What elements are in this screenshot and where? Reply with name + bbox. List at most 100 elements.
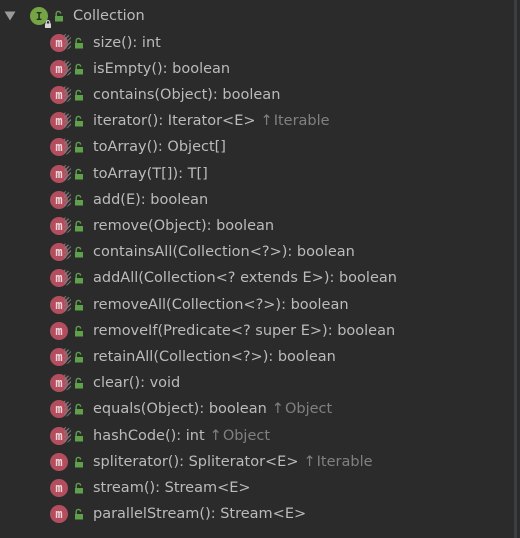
public-unlock-icon xyxy=(74,194,84,206)
method-signature: removeAll(Collection<?>): boolean xyxy=(93,296,349,313)
method-kind-letter: m xyxy=(55,402,63,417)
scrollbar-track[interactable] xyxy=(514,0,517,538)
method-signature: containsAll(Collection<?>): boolean xyxy=(93,244,355,261)
tree-node-method[interactable]: m toArray(): Object[] xyxy=(50,134,226,160)
abstract-method-icon: m xyxy=(50,426,68,445)
method-signature: stream(): Stream<E> xyxy=(93,479,251,496)
tree-node-method[interactable]: m clear(): void xyxy=(50,370,180,396)
abstract-method-icon: m xyxy=(50,112,68,131)
tree-node-method[interactable]: m hashCode(): int ↑Object xyxy=(50,423,270,449)
method-kind-letter: m xyxy=(55,480,63,495)
tree-node-collection[interactable]: I Collection xyxy=(4,3,145,29)
method-kind-letter: m xyxy=(55,114,63,129)
method-kind-letter: m xyxy=(55,245,63,260)
abstract-method-icon: m xyxy=(50,59,68,78)
method-signature: add(E): boolean xyxy=(93,191,209,208)
inherited-from-label: ↑Object xyxy=(272,401,332,417)
inherited-from-label: ↑Iterable xyxy=(261,113,330,129)
origin-type-name: Object xyxy=(222,427,271,444)
method-kind-letter: m xyxy=(55,323,63,338)
tree-node-method[interactable]: m retainAll(Collection<?>): boolean xyxy=(50,344,336,370)
tree-node-method[interactable]: m containsAll(Collection<?>): boolean xyxy=(50,239,355,265)
public-unlock-icon xyxy=(74,299,84,311)
method-kind-letter: m xyxy=(55,218,63,233)
abstract-method-icon: m xyxy=(50,138,68,157)
up-arrow-icon: ↑ xyxy=(260,113,273,130)
method-kind-letter: m xyxy=(55,140,63,155)
abstract-overlay-icon xyxy=(64,112,72,129)
structure-tree-panel: I Collection m size(): int m isEmpty(): boo… xyxy=(0,0,517,538)
public-unlock-icon xyxy=(74,63,84,75)
public-unlock-icon xyxy=(74,37,84,49)
origin-type-name: Object xyxy=(284,401,333,418)
origin-type-name: Iterable xyxy=(273,113,330,130)
method-signature: isEmpty(): boolean xyxy=(93,60,231,77)
abstract-overlay-icon xyxy=(64,217,72,234)
method-icon: m xyxy=(50,505,68,524)
abstract-overlay-icon xyxy=(64,427,72,444)
method-signature: retainAll(Collection<?>): boolean xyxy=(93,348,336,365)
method-kind-letter: m xyxy=(55,428,63,443)
tree-node-method[interactable]: m remove(Object): boolean xyxy=(50,213,274,239)
method-kind-letter: m xyxy=(55,376,63,391)
public-unlock-icon xyxy=(74,508,84,520)
tree-node-method[interactable]: m equals(Object): boolean ↑Object xyxy=(50,396,332,422)
tree-node-method[interactable]: m addAll(Collection<? extends E>): boolea… xyxy=(50,265,397,291)
abstract-method-icon: m xyxy=(50,374,68,393)
tree-node-method[interactable]: m isEmpty(): boolean xyxy=(50,56,230,82)
public-unlock-icon xyxy=(74,115,84,127)
abstract-method-icon: m xyxy=(50,33,68,52)
method-kind-letter: m xyxy=(55,271,63,286)
tree-node-method[interactable]: m size(): int xyxy=(50,30,161,56)
abstract-overlay-icon xyxy=(64,400,72,417)
method-signature: toArray(T[]): T[] xyxy=(93,165,208,182)
expand-toggle-icon[interactable] xyxy=(4,10,16,22)
abstract-overlay-icon xyxy=(64,165,72,182)
tree-node-method[interactable]: m removeIf(Predicate<? super E>): boolean xyxy=(50,318,395,344)
tree-node-method[interactable]: m stream(): Stream<E> xyxy=(50,475,251,501)
abstract-method-icon: m xyxy=(50,347,68,366)
tree-node-method[interactable]: m add(E): boolean xyxy=(50,187,208,213)
abstract-method-icon: m xyxy=(50,295,68,314)
method-signature: clear(): void xyxy=(93,375,181,392)
public-unlock-icon xyxy=(74,220,84,232)
public-unlock-icon xyxy=(74,168,84,180)
method-kind-letter: m xyxy=(55,297,63,312)
public-unlock-icon xyxy=(74,351,84,363)
tree-node-method[interactable]: m spliterator(): Spliterator<E> ↑Iterable xyxy=(50,449,373,475)
method-signature: contains(Object): boolean xyxy=(93,86,281,103)
inherited-from-label: ↑Iterable xyxy=(304,454,373,470)
method-kind-letter: m xyxy=(55,61,63,76)
method-signature: removeIf(Predicate<? super E>): boolean xyxy=(93,322,396,339)
abstract-overlay-icon xyxy=(64,243,72,260)
tree-node-method[interactable]: m contains(Object): boolean xyxy=(50,82,280,108)
public-unlock-icon xyxy=(74,403,84,415)
abstract-method-icon: m xyxy=(50,400,68,419)
method-kind-letter: m xyxy=(55,35,63,50)
lock-overlay-icon xyxy=(45,20,51,28)
method-kind-letter: m xyxy=(55,87,63,102)
method-kind-letter: m xyxy=(55,349,63,364)
abstract-overlay-icon xyxy=(64,138,72,155)
tree-node-method[interactable]: m iterator(): Iterator<E> ↑Iterable xyxy=(50,108,330,134)
abstract-overlay-icon xyxy=(64,34,72,51)
method-signature: toArray(): Object[] xyxy=(93,139,226,156)
public-unlock-icon xyxy=(74,272,84,284)
abstract-method-icon: m xyxy=(50,243,68,262)
tree-node-method[interactable]: m toArray(T[]): T[] xyxy=(50,161,208,187)
tree-node-method[interactable]: m parallelStream(): Stream<E> xyxy=(50,501,306,527)
class-name-label: Collection xyxy=(73,8,145,24)
abstract-overlay-icon xyxy=(64,60,72,77)
public-unlock-icon xyxy=(74,377,84,389)
abstract-overlay-icon xyxy=(64,348,72,365)
method-signature: equals(Object): boolean xyxy=(93,401,267,418)
origin-type-name: Iterable xyxy=(316,453,373,470)
method-signature: addAll(Collection<? extends E>): boolean xyxy=(93,270,397,287)
abstract-overlay-icon xyxy=(64,86,72,103)
up-arrow-icon: ↑ xyxy=(209,427,222,444)
public-unlock-icon xyxy=(74,430,84,442)
method-signature: iterator(): Iterator<E> xyxy=(93,113,256,130)
tree-node-method[interactable]: m removeAll(Collection<?>): boolean xyxy=(50,292,349,318)
abstract-overlay-icon xyxy=(64,191,72,208)
method-icon: m xyxy=(50,321,68,340)
